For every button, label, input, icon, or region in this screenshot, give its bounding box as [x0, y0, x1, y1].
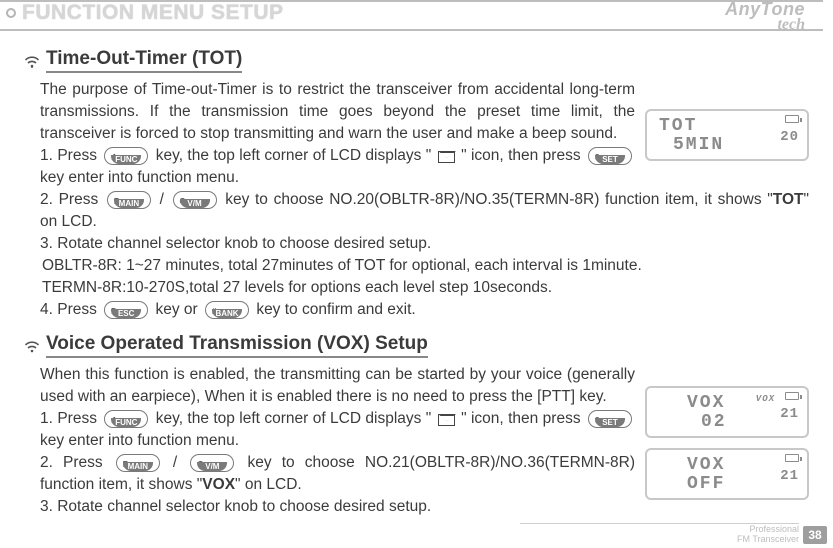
- lcd-menu-number: 21: [780, 403, 799, 425]
- tot-step3: 3. Rotate channel selector knob to choos…: [40, 233, 809, 255]
- battery-icon: [785, 454, 799, 462]
- tot-step2: 2. Press BMAIN / CV/M key to choose NO.2…: [40, 189, 809, 233]
- lcd-stack-vox: VOX 21 VOX 02 21 VOX OFF: [645, 386, 809, 500]
- tot-keyword: TOT: [773, 191, 804, 208]
- key-esc: DESC: [104, 301, 148, 319]
- tot-step4: 4. Press DESC key or #BANK key to confir…: [40, 299, 809, 321]
- page-footer: Professional FM Transceiver 38: [737, 524, 827, 544]
- header-bullet-icon: [6, 8, 16, 18]
- section-title-vox: Voice Operated Transmission (VOX) Setup: [46, 333, 428, 358]
- page-header: FUNCTION MENU SETUP AnyTone tech: [0, 0, 823, 34]
- key-8set: 8SET: [588, 410, 632, 428]
- battery-icon: [785, 392, 799, 400]
- lcd-menu-number: 21: [780, 465, 799, 487]
- key-main: BMAIN: [116, 454, 160, 472]
- key-8set: 8SET: [588, 147, 632, 165]
- lcd-menu-number: 20: [780, 126, 799, 148]
- tot-step3b: TERMN-8R:10-270S,total 27 levels for opt…: [42, 277, 809, 299]
- lcd-display-vox-on: VOX 21 VOX 02: [645, 386, 809, 438]
- vox-keyword: VOX: [202, 476, 235, 493]
- footer-text: Professional FM Transceiver: [737, 524, 799, 544]
- signal-icon: [24, 54, 40, 68]
- lcd-vox-tag: VOX: [756, 388, 775, 410]
- lcd-line1: TOT: [659, 117, 799, 135]
- battery-icon: [785, 115, 799, 123]
- section-header-tot: Time-Out-Timer (TOT): [24, 48, 809, 73]
- page-title: FUNCTION MENU SETUP: [22, 1, 284, 25]
- header-divider: [0, 29, 823, 31]
- key-main: BMAIN: [107, 191, 151, 209]
- page-number: 38: [803, 526, 827, 544]
- tot-step3a: OBLTR-8R: 1~27 minutes, total 27minutes …: [42, 255, 809, 277]
- mail-icon: [438, 414, 455, 426]
- mail-icon: [438, 151, 455, 163]
- section-title-tot: Time-Out-Timer (TOT): [46, 48, 242, 73]
- key-func: AFUNC: [104, 410, 148, 428]
- lcd-display-vox-off: 21 VOX OFF: [645, 448, 809, 500]
- key-func: AFUNC: [104, 147, 148, 165]
- key-vm: CV/M: [190, 454, 234, 472]
- key-hash-bank: #BANK: [205, 301, 249, 319]
- section-header-vox: Voice Operated Transmission (VOX) Setup: [24, 333, 809, 358]
- signal-icon: [24, 339, 40, 353]
- key-vm: CV/M: [173, 191, 217, 209]
- lcd-display-tot: 20 TOT 5MIN: [645, 109, 809, 161]
